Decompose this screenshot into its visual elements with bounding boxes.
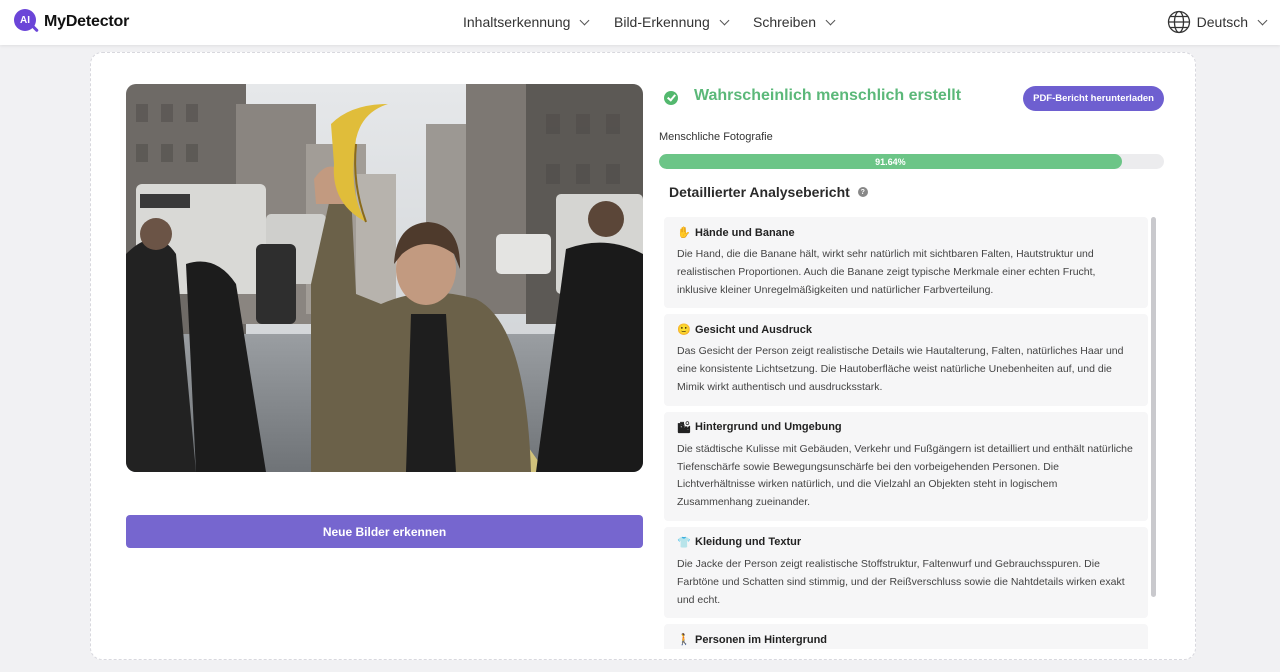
section-title: Kleidung und Textur — [695, 536, 802, 549]
report-section: 🏙 Hintergrund und Umgebung Die städtische … — [664, 411, 1148, 521]
section-body: Das Gesicht der Person zeigt realistisch… — [677, 345, 1124, 393]
new-images-button[interactable]: Neue Bilder erkennen — [126, 515, 643, 548]
result-header: Wahrscheinlich menschlich erstellt PDF-B… — [664, 86, 1164, 112]
globe-icon — [1167, 10, 1190, 34]
confidence-progress-fill: 91.64% — [659, 154, 1122, 169]
hand-icon: ✋ — [677, 227, 691, 239]
nav-label: Bild-Erkennung — [614, 14, 710, 30]
chevron-down-icon — [719, 15, 730, 25]
walking-person-icon: 🚶 — [677, 634, 691, 647]
nav-item-inhaltserkennung[interactable]: Inhaltserkennung — [463, 14, 590, 30]
section-header: ✋ Hände und Banane — [677, 226, 1135, 240]
section-title: Hintergrund und Umgebung — [695, 421, 842, 434]
report-scrollbar[interactable] — [1151, 217, 1156, 597]
report-section: ✋ Hände und Banane Die Hand, die die Banan… — [664, 217, 1148, 309]
analysis-report-list[interactable]: ✋ Hände und Banane Die Hand, die die Banan… — [664, 217, 1152, 649]
section-title: Gesicht und Ausdruck — [695, 323, 812, 336]
section-body: Die Jacke der Person zeigt realistische … — [677, 557, 1125, 606]
nav-item-bild-erkennung[interactable]: Bild-Erkennung — [614, 14, 730, 30]
section-header: 👕 Kleidung und Textur — [677, 536, 1135, 549]
confidence-progress-bar: 91.64% — [659, 154, 1164, 169]
report-section: 🚶 Personen im Hintergrund — [664, 624, 1148, 649]
download-pdf-button[interactable]: PDF-Bericht herunterladen — [1023, 86, 1164, 111]
nav-label: Schreiben — [753, 14, 817, 30]
face-icon: 🙂 — [677, 324, 691, 337]
top-navigation-bar: AI MyDetector Inhaltserkennung Bild-Erke… — [0, 0, 1280, 45]
chevron-down-icon — [1257, 15, 1268, 25]
section-title: Personen im Hintergrund — [695, 633, 828, 646]
section-body: Die städtische Kulisse mit Gebäuden, Ver… — [677, 442, 1133, 509]
section-header: 🚶 Personen im Hintergrund — [677, 633, 1135, 647]
cityscape-icon: 🏙 — [677, 421, 691, 434]
language-selector[interactable]: Deutsch — [1167, 10, 1268, 34]
category-label: Menschliche Fotografie — [659, 131, 773, 143]
chevron-down-icon — [579, 15, 590, 25]
brand-name: MyDetector — [44, 13, 130, 30]
report-title-text: Detaillierter Analysebericht — [669, 184, 850, 200]
section-header: 🙂 Gesicht und Ausdruck — [677, 323, 1135, 337]
verdict-text: Wahrscheinlich menschlich erstellt — [694, 87, 962, 104]
section-header: 🏙 Hintergrund und Umgebung — [677, 421, 1135, 434]
language-label: Deutsch — [1196, 14, 1248, 30]
section-title: Hände und Banane — [695, 226, 795, 239]
report-section: 👕 Kleidung und Textur Die Jacke der Person… — [664, 526, 1148, 619]
analyzed-image — [126, 84, 643, 472]
magnifier-logo-icon: AI — [14, 9, 40, 35]
nav-item-schreiben[interactable]: Schreiben — [753, 14, 836, 30]
chevron-down-icon — [825, 15, 836, 25]
analysis-card: Neue Bilder erkennen Wahrscheinlich mens… — [90, 52, 1196, 660]
check-circle-icon — [664, 91, 678, 105]
brand-logo[interactable]: AI MyDetector — [14, 9, 129, 35]
report-section: 🙂 Gesicht und Ausdruck Das Gesicht der Per… — [664, 314, 1148, 406]
nav-label: Inhaltserkennung — [463, 14, 571, 30]
clothing-icon: 👕 — [677, 536, 691, 549]
help-icon[interactable]: ? — [857, 187, 868, 197]
section-body: Die Hand, die die Banane hält, wirkt seh… — [677, 248, 1096, 296]
report-title: Detaillierter Analysebericht ? — [669, 184, 868, 200]
